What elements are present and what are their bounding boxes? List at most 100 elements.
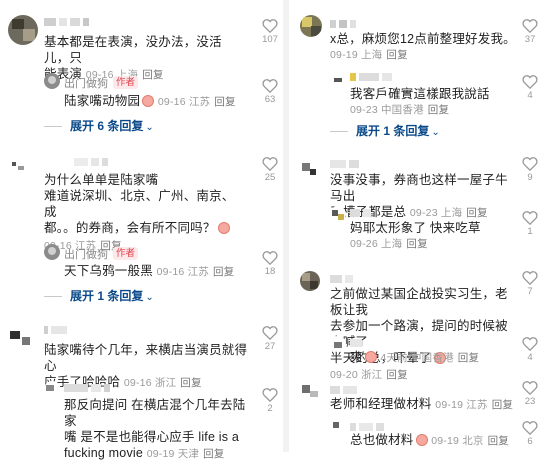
avatar[interactable] (44, 73, 60, 89)
like-button[interactable]: 23 (518, 380, 542, 408)
heart-icon (522, 421, 538, 435)
avatar[interactable] (330, 336, 346, 352)
pig-emoji-icon (142, 95, 155, 107)
username-blurred[interactable] (350, 334, 365, 347)
like-button[interactable]: 4 (518, 336, 542, 364)
reply-text: 那反向提问 在横店混个几年去陆家 嘴 是不是也能得心应手 life is a f… (64, 398, 246, 460)
reply-button[interactable]: 回复 (214, 96, 235, 108)
heart-icon (522, 381, 538, 395)
heart-icon (522, 157, 538, 171)
author-badge: 作者 (113, 247, 139, 261)
reply-button[interactable]: 回复 (180, 377, 201, 389)
username-blurred[interactable] (330, 15, 359, 28)
like-button[interactable]: 1 (518, 210, 542, 238)
heart-icon (262, 19, 278, 33)
reply-button[interactable]: 回复 (213, 266, 234, 278)
comment-item: 基本都是在表演，没办法，没活儿，只 能表演 09-16 上海 回复 107 出门做… (0, 0, 282, 150)
like-button[interactable]: 18 (258, 250, 282, 278)
avatar[interactable] (330, 418, 346, 434)
like-button[interactable]: 4 (518, 74, 542, 102)
heart-icon (522, 75, 538, 89)
column-divider (283, 0, 289, 452)
chevron-down-icon: ⌄ (145, 292, 154, 303)
avatar[interactable] (8, 323, 36, 351)
username-blurred[interactable] (350, 204, 374, 217)
like-button[interactable]: 6 (518, 420, 542, 448)
avatar[interactable] (330, 70, 346, 86)
like-button[interactable]: 107 (258, 18, 282, 46)
reply-button[interactable]: 回复 (428, 104, 449, 116)
username-blurred[interactable] (64, 379, 113, 392)
username-blurred[interactable] (330, 270, 356, 283)
pig-emoji-icon (217, 222, 230, 234)
username-blurred[interactable] (350, 68, 395, 81)
heart-icon (262, 79, 278, 93)
reply-text: 我客戶確實這樣跟我說話 09-23 中国香港 回复 (350, 87, 490, 116)
reply-button[interactable]: 回复 (488, 435, 509, 447)
avatar[interactable] (8, 156, 36, 184)
comment-item: 老师和经理做材料 09-19 江苏 回复 23 总也做材料 09-19 北京 回复 … (290, 372, 550, 452)
avatar[interactable] (300, 381, 320, 401)
reply-button[interactable]: 回复 (386, 49, 407, 61)
reply-button[interactable]: 回复 (406, 238, 427, 250)
reply-button[interactable]: 回复 (458, 352, 479, 364)
comment-item: 陆家嘴待个几年，来横店当演员就得心 应手了哈哈哈 09-16 浙江 回复 27 那… (0, 315, 282, 460)
reply-text: 妈耶太形象了 快来吃草 09-26 上海 回复 (350, 221, 481, 250)
avatar[interactable] (44, 381, 60, 397)
expand-replies-button[interactable]: 展开 6 条回复 ⌄ (44, 117, 154, 134)
heart-icon (522, 337, 538, 351)
username-blurred[interactable] (330, 155, 362, 168)
reply-text: 天下乌鸦一般黑 09-16 江苏 回复 (64, 264, 235, 278)
reply-author[interactable]: 出门做狗 (64, 249, 108, 261)
chevron-down-icon: ⌄ (145, 122, 154, 133)
reply-text: 爽 4天前 中国香港 回复 (350, 350, 480, 364)
like-button[interactable]: 7 (518, 270, 542, 298)
author-badge: 作者 (113, 76, 139, 90)
avatar[interactable] (44, 244, 60, 260)
like-button[interactable]: 9 (518, 156, 542, 184)
avatar[interactable] (300, 271, 320, 291)
reply-author-line: 出门做狗 作者 (64, 74, 139, 92)
comment-item: 没事没事，券商也这样一屋子牛马出 了槽子都是总 09-23 上海回复 9 妈耶太… (290, 150, 550, 262)
reply-button[interactable]: 回复 (203, 448, 224, 460)
avatar[interactable] (330, 206, 346, 222)
like-button[interactable]: 63 (258, 78, 282, 106)
reply-text: 总也做材料 09-19 北京 回复 (350, 433, 509, 447)
reply-button[interactable]: 回复 (466, 207, 487, 219)
heart-icon (522, 271, 538, 285)
reply-button[interactable]: 回复 (492, 399, 513, 411)
username-blurred[interactable] (330, 381, 360, 394)
heart-icon (262, 157, 278, 171)
reply-button[interactable]: 回复 (142, 69, 163, 81)
reply-text: 陆家嘴动物园 09-16 江苏 回复 (64, 94, 236, 108)
username-blurred[interactable] (350, 418, 387, 431)
like-button[interactable]: 2 (258, 387, 282, 415)
comment-item: 为什么单单是陆家嘴 难道说深圳、北京、广州、南京、成 都。。的券商，会有所不同吗… (0, 150, 282, 315)
username-blurred[interactable] (44, 13, 92, 26)
avatar[interactable] (300, 159, 320, 179)
left-comment-panel: 基本都是在表演，没办法，没活儿，只 能表演 09-16 上海 回复 107 出门做… (0, 0, 282, 460)
username-blurred[interactable] (74, 153, 111, 166)
pig-emoji-icon (415, 434, 428, 446)
expand-replies-button[interactable]: 展开 1 条回复 ⌄ (330, 122, 440, 139)
heart-icon (262, 251, 278, 265)
heart-icon (522, 19, 538, 33)
comment-item: x总，麻烦您12点前整理好发我。 09-19 上海 回复 37 我客戶確實這樣跟我… (290, 0, 550, 150)
like-button[interactable]: 37 (518, 18, 542, 46)
pig-emoji-icon (364, 351, 377, 363)
avatar[interactable] (300, 15, 322, 37)
comment-text: x总，麻烦您12点前整理好发我。 09-19 上海 回复 (330, 32, 516, 61)
heart-icon (522, 211, 538, 225)
reply-author-line: 出门做狗 作者 (64, 245, 139, 263)
like-button[interactable]: 25 (258, 156, 282, 184)
comment-item: 之前做过某国企战投实习生，老板让我 去参加一个路演，提问的时候被人喊了 半天的总… (290, 262, 550, 381)
heart-icon (262, 326, 278, 340)
avatar[interactable] (8, 15, 38, 45)
comment-text: 老师和经理做材料 09-19 江苏 回复 (330, 397, 514, 411)
heart-icon (262, 388, 278, 402)
username-blurred[interactable] (44, 321, 70, 334)
right-comment-panel: x总，麻烦您12点前整理好发我。 09-19 上海 回复 37 我客戶確實這樣跟我… (290, 0, 550, 452)
reply-author[interactable]: 出门做狗 (64, 78, 108, 90)
like-button[interactable]: 27 (258, 325, 282, 353)
expand-replies-button[interactable]: 展开 1 条回复 ⌄ (44, 287, 154, 304)
